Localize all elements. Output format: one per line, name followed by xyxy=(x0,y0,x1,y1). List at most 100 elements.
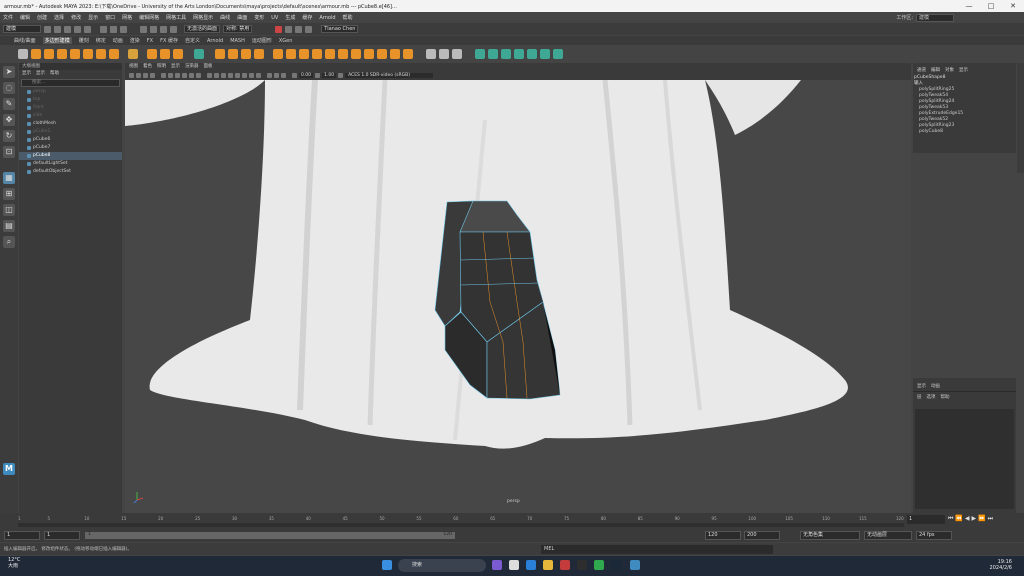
live-surface-field[interactable]: 无激活的曲面 xyxy=(184,25,221,33)
weather-widget[interactable]: 12°C 大雨 xyxy=(8,557,20,569)
workspace-selector[interactable]: 工作区: 建模 xyxy=(896,13,954,22)
sew-uv-icon[interactable] xyxy=(540,49,550,59)
color-management-icon[interactable] xyxy=(338,73,344,78)
snap-curve-icon[interactable] xyxy=(150,25,157,33)
xray-joints-icon[interactable] xyxy=(281,73,286,78)
outliner-item[interactable]: pCube8 xyxy=(19,152,122,160)
cut-uv-icon[interactable] xyxy=(527,49,537,59)
user-account[interactable]: Tianao Chen xyxy=(321,25,359,33)
menu-item[interactable]: 曲面 xyxy=(237,14,247,21)
menu-set-dropdown[interactable]: 建模 xyxy=(3,25,41,33)
time-slider[interactable]: 1 5 10 15 20 25 30 35 40 45 50 55 60 65 70 75 80 85 90 95 10… xyxy=(0,513,1024,528)
playback-icon[interactable]: ⏮ xyxy=(948,515,953,523)
poly-plane-icon[interactable] xyxy=(83,49,93,59)
single-view-layout-icon[interactable]: ▦ xyxy=(3,172,15,184)
workspace-dropdown[interactable]: 建模 xyxy=(916,13,954,22)
system-clock[interactable]: 19:16 2024/2/6 xyxy=(990,559,1012,571)
shelf-tab[interactable]: 曲线/曲面 xyxy=(14,37,36,44)
fps-dropdown[interactable]: 24 fps xyxy=(916,531,952,540)
paint-select-icon[interactable]: ✎ xyxy=(3,98,15,110)
close-icon[interactable]: ✕ xyxy=(1002,0,1024,12)
side-tab-strip[interactable] xyxy=(1017,63,1024,173)
move-tool-icon[interactable]: ✥ xyxy=(3,114,15,126)
taskbar-search[interactable]: 搜索 xyxy=(398,559,486,572)
image-plane-icon[interactable] xyxy=(150,73,155,78)
isolate-select-icon[interactable] xyxy=(267,73,272,78)
viewport-menu-item[interactable]: 渲染器 xyxy=(185,63,199,71)
svg-tool-icon[interactable] xyxy=(173,49,183,59)
time-track[interactable] xyxy=(18,523,904,527)
playback-start-field[interactable]: 1 xyxy=(44,531,80,540)
grid-icon[interactable] xyxy=(161,73,166,78)
playback-end-field[interactable]: 120 xyxy=(705,531,741,540)
insert-edge-loop-icon[interactable] xyxy=(351,49,361,59)
unfold-icon[interactable] xyxy=(553,49,563,59)
outliner-item[interactable]: pCube7 xyxy=(19,144,122,152)
shelf-tab[interactable]: 自定义 xyxy=(185,37,200,44)
sculpt-icon[interactable] xyxy=(439,49,449,59)
exposure-field[interactable]: 0.00 xyxy=(299,73,314,78)
shelf-tab[interactable]: 渲染 xyxy=(130,37,140,44)
minimize-icon[interactable]: — xyxy=(958,0,980,12)
ao-icon[interactable] xyxy=(249,73,254,78)
app-icon-1[interactable] xyxy=(509,560,519,570)
render-settings-icon[interactable] xyxy=(295,25,303,33)
input-node[interactable]: polyCube8 xyxy=(913,129,1016,135)
view-transform-dropdown[interactable]: ACES 1.0 SDR-video (sRGB) xyxy=(345,73,434,78)
menu-item[interactable]: 编辑网格 xyxy=(139,14,159,21)
menu-item[interactable]: 变形 xyxy=(254,14,264,21)
multi-cut-icon[interactable] xyxy=(338,49,348,59)
lasso-tool-icon[interactable]: ◌ xyxy=(3,82,15,94)
safe-action-icon[interactable] xyxy=(196,73,201,78)
type-tool-icon[interactable] xyxy=(160,49,170,59)
viewport-menu-item[interactable]: 视图 xyxy=(129,63,138,71)
taskview-icon[interactable] xyxy=(492,560,502,570)
smooth-shade-icon[interactable] xyxy=(214,73,219,78)
open-scene-icon[interactable] xyxy=(54,25,61,33)
menu-item[interactable]: 文件 xyxy=(3,14,13,21)
app-icon-green[interactable] xyxy=(594,560,604,570)
camera-attr-icon[interactable] xyxy=(136,73,141,78)
app-icon-ps[interactable] xyxy=(577,560,587,570)
menu-item[interactable]: 编辑 xyxy=(20,14,30,21)
anim-end-field[interactable]: 200 xyxy=(744,531,780,540)
combine-icon[interactable] xyxy=(215,49,225,59)
current-frame-field[interactable]: 1 xyxy=(907,515,945,524)
poly-torus-icon[interactable] xyxy=(70,49,80,59)
outliner-item[interactable]: side xyxy=(19,112,122,120)
outliner-item[interactable]: top xyxy=(19,96,122,104)
menu-item[interactable]: 曲线 xyxy=(220,14,230,21)
outliner-layout-icon[interactable]: ▤ xyxy=(3,220,15,232)
layer-tab-display[interactable]: 显示 xyxy=(917,383,926,389)
menu-item[interactable]: 网格显示 xyxy=(193,14,213,21)
menu-item[interactable]: 创建 xyxy=(37,14,47,21)
snap-surface-icon[interactable] xyxy=(170,25,177,33)
layer-menu-layers[interactable]: 层 xyxy=(917,394,922,400)
undo-icon[interactable] xyxy=(74,25,81,33)
smooth-icon[interactable] xyxy=(241,49,251,59)
menu-item[interactable]: 修改 xyxy=(71,14,81,21)
channel-menu-object[interactable]: 对象 xyxy=(945,67,954,75)
select-component-icon[interactable] xyxy=(120,25,127,33)
menu-item[interactable]: 生成 xyxy=(285,14,295,21)
menu-item[interactable]: 显示 xyxy=(88,14,98,21)
outliner-item[interactable]: pCube1 xyxy=(19,128,122,136)
extrude-icon[interactable] xyxy=(273,49,283,59)
outliner-item[interactable]: defaultLightSet xyxy=(19,160,122,168)
layer-tab-anim[interactable]: 动画 xyxy=(931,383,940,389)
channel-menu-show[interactable]: 显示 xyxy=(959,67,968,75)
soft-select-icon[interactable] xyxy=(452,49,462,59)
poly-cone-icon[interactable] xyxy=(57,49,67,59)
browser-icon[interactable] xyxy=(526,560,536,570)
platonic-solid-icon[interactable] xyxy=(109,49,119,59)
viewport-menu-item[interactable]: 显示 xyxy=(171,63,180,71)
viewport-menu-item[interactable]: 照明 xyxy=(157,63,166,71)
shelf-tab[interactable]: FX xyxy=(147,38,153,44)
select-tool-icon[interactable]: ➤ xyxy=(3,66,15,78)
auto-seams-icon[interactable] xyxy=(514,49,524,59)
separate-icon[interactable] xyxy=(228,49,238,59)
select-object-icon[interactable] xyxy=(110,25,117,33)
field-chart-icon[interactable] xyxy=(189,73,194,78)
shelf-tab[interactable]: FX 缓存 xyxy=(160,37,178,44)
poly-sphere-icon[interactable] xyxy=(18,49,28,59)
